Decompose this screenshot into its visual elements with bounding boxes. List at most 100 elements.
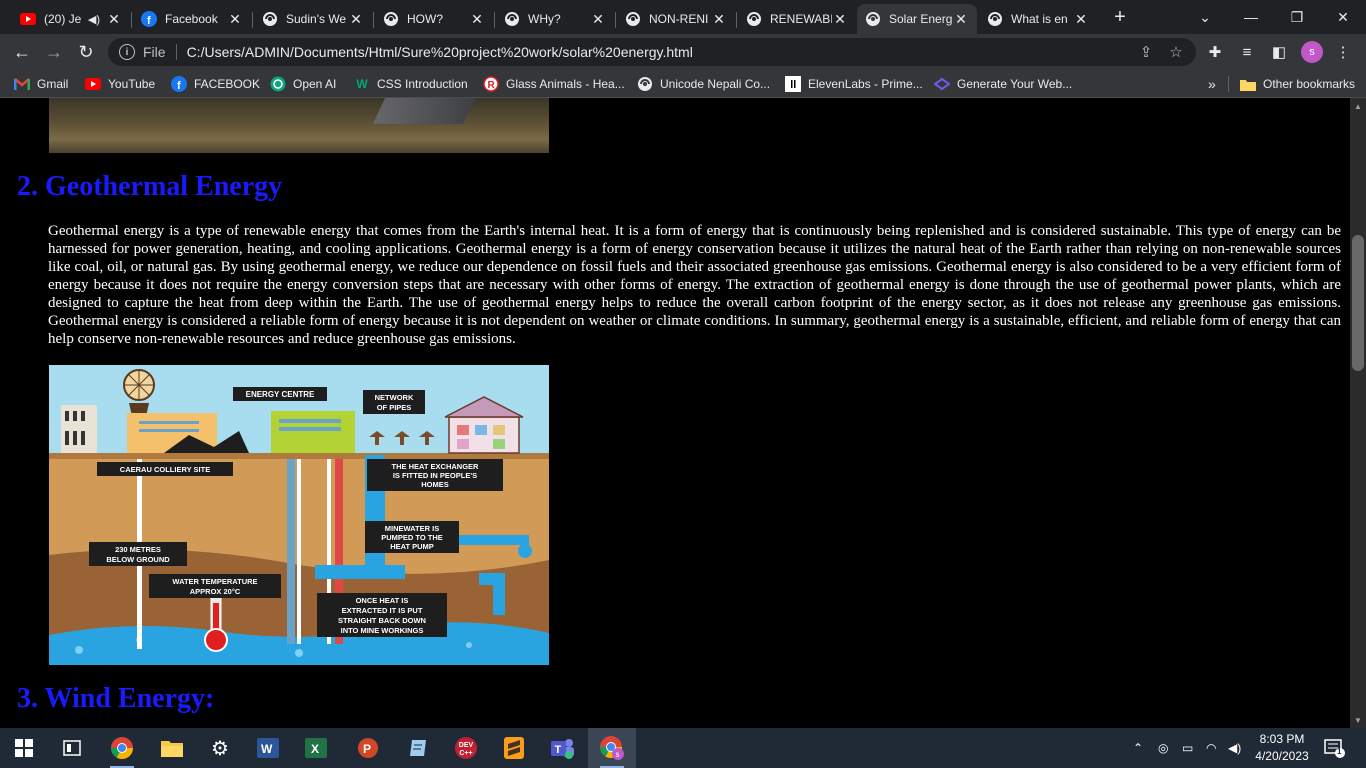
close-icon[interactable]: ✕ [106,11,122,28]
globe-icon [383,11,399,27]
close-icon[interactable]: ✕ [469,11,485,28]
forward-button[interactable]: → [42,40,66,64]
bookmark-elevenlabs[interactable]: ElevenLabs - Prime... [785,75,923,93]
diagram-label-temperature: APPROX 20°C [190,587,241,596]
tab-sudins-website[interactable]: Sudin's We ✕ [254,4,372,34]
volume-icon[interactable]: ◀) [1228,728,1241,768]
tab-why[interactable]: WHy? ✕ [496,4,614,34]
tab-renewable[interactable]: RENEWABI ✕ [738,4,856,34]
bookmark-star-icon[interactable]: ☆ [1166,42,1186,62]
file-label: File [143,44,166,60]
chrome-icon[interactable] [98,728,146,768]
close-icon[interactable]: ✕ [1073,11,1089,28]
url-text[interactable]: C:/Users/ADMIN/Documents/Html/Sure%20pro… [187,44,1136,60]
extensions-icon[interactable]: ✚ [1205,42,1225,62]
diagram-label-network: OF PIPES [377,403,412,412]
tab-how[interactable]: HOW? ✕ [375,4,493,34]
excel-icon[interactable]: X [292,728,340,768]
bookmarks-overflow-button[interactable]: » [1208,75,1216,93]
tab-non-renewable[interactable]: NON-RENI ✕ [617,4,735,34]
chrome-profile-icon[interactable]: s [588,728,636,768]
start-icon[interactable] [0,728,48,768]
facebook-icon: f [171,76,187,92]
tab-what-is-energy[interactable]: What is en ✕ [979,4,1097,34]
tray-chevron-icon[interactable]: ⌃ [1133,728,1143,768]
geothermal-diagram-image: ENERGY CENTRE NETWORK OF PIPES CAERAU CO… [49,365,549,665]
new-tab-button[interactable]: + [1110,7,1130,27]
scroll-down-icon[interactable]: ▼ [1350,712,1366,728]
bookmark-unicode-nepali[interactable]: Unicode Nepali Co... [637,75,770,93]
tab-solar-energy[interactable]: Solar Energ ✕ [857,4,977,34]
meet-now-icon[interactable]: ◎ [1158,728,1168,768]
dev-cpp-icon[interactable]: DEV C++ [442,728,490,768]
close-icon[interactable]: ✕ [590,11,606,28]
scroll-up-icon[interactable]: ▲ [1350,98,1366,114]
folder-icon [1240,76,1256,92]
paragraph-geothermal: Geothermal energy is a type of renewable… [48,223,1341,347]
close-icon[interactable]: ✕ [953,11,969,28]
powerpoint-icon[interactable]: P [344,728,392,768]
diagram-label-minewater: PUMPED TO THE [381,533,443,542]
wifi-icon[interactable]: ◠ [1206,728,1216,768]
diagram-label-energy-centre: ENERGY CENTRE [246,390,315,399]
globe-icon [746,11,762,27]
globe-icon [504,11,520,27]
svg-text:f: f [147,15,151,27]
bookmark-openai[interactable]: Open AI [270,75,336,93]
reload-button[interactable]: ↻ [74,40,98,64]
close-icon[interactable]: ✕ [348,11,364,28]
diagram-label-minewater: HEAT PUMP [390,542,434,551]
diagram-label-exchanger: HOMES [421,480,449,489]
tab-title: Solar Energ [889,12,953,26]
bookmark-gmail[interactable]: Gmail [14,75,68,93]
settings-icon[interactable]: ⚙ [196,728,244,768]
youtube-icon [20,11,36,27]
tab-youtube[interactable]: (20) Je ◀) ✕ [12,4,130,34]
sublime-icon[interactable] [490,728,538,768]
heading-geothermal: 2. Geothermal Energy [17,171,283,202]
openai-icon [270,76,286,92]
other-bookmarks[interactable]: Other bookmarks [1240,75,1355,93]
vertical-scrollbar[interactable]: ▲ ▼ [1350,98,1366,728]
tab-facebook[interactable]: f Facebook ✕ [133,4,251,34]
diagram-label-colliery: CAERAU COLLIERY SITE [120,465,210,474]
bookmark-facebook[interactable]: f FACEBOOK [171,75,260,93]
restore-button[interactable]: ❐ [1274,0,1320,34]
speaker-icon[interactable]: ◀) [88,13,100,26]
globe-icon [625,11,641,27]
tab-search-chevron-icon[interactable]: ⌄ [1182,0,1228,34]
close-icon[interactable]: ✕ [711,11,727,28]
side-panel-icon[interactable]: ◧ [1269,42,1289,62]
task-view-icon[interactable] [48,728,96,768]
diagram-label-minewater: MINEWATER IS [385,524,439,533]
bookmark-youtube[interactable]: YouTube [85,75,155,93]
svg-text:DEV: DEV [459,742,474,749]
file-explorer-icon[interactable] [148,728,196,768]
address-bar[interactable]: i File C:/Users/ADMIN/Documents/Html/Sur… [108,38,1196,66]
reading-list-icon[interactable]: ≡ [1237,42,1257,62]
minimize-button[interactable]: — [1228,0,1274,34]
scrollbar-thumb[interactable] [1352,235,1364,371]
share-icon[interactable]: ⇪ [1136,42,1156,62]
diagram-label-reinjection: ONCE HEAT IS [356,596,409,605]
bookmark-css-introduction[interactable]: W CSS Introduction [354,75,467,93]
menu-kebab-icon[interactable]: ⋮ [1333,42,1353,62]
profile-avatar[interactable]: s [1301,41,1323,63]
battery-icon[interactable]: ▭ [1182,728,1193,768]
bookmark-generate-website[interactable]: Generate Your Web... [934,75,1072,93]
close-window-button[interactable]: ✕ [1320,0,1366,34]
globe-icon [865,11,881,27]
word-icon[interactable]: W [244,728,292,768]
svg-text:R: R [488,80,496,91]
diagram-label-reinjection: STRAIGHT BACK DOWN [338,616,426,625]
close-icon[interactable]: ✕ [832,11,848,28]
info-icon[interactable]: i [119,44,135,60]
notepad-icon[interactable] [394,728,442,768]
notification-count: 1 [1337,747,1342,756]
back-button[interactable]: ← [10,40,34,64]
close-icon[interactable]: ✕ [227,11,243,28]
teams-icon[interactable]: T [538,728,586,768]
system-clock[interactable]: 8:03 PM 4/20/2023 [1250,731,1314,765]
notification-center-icon[interactable]: 1 [1324,728,1346,768]
bookmark-glass-animals[interactable]: R Glass Animals - Hea... [483,75,625,93]
